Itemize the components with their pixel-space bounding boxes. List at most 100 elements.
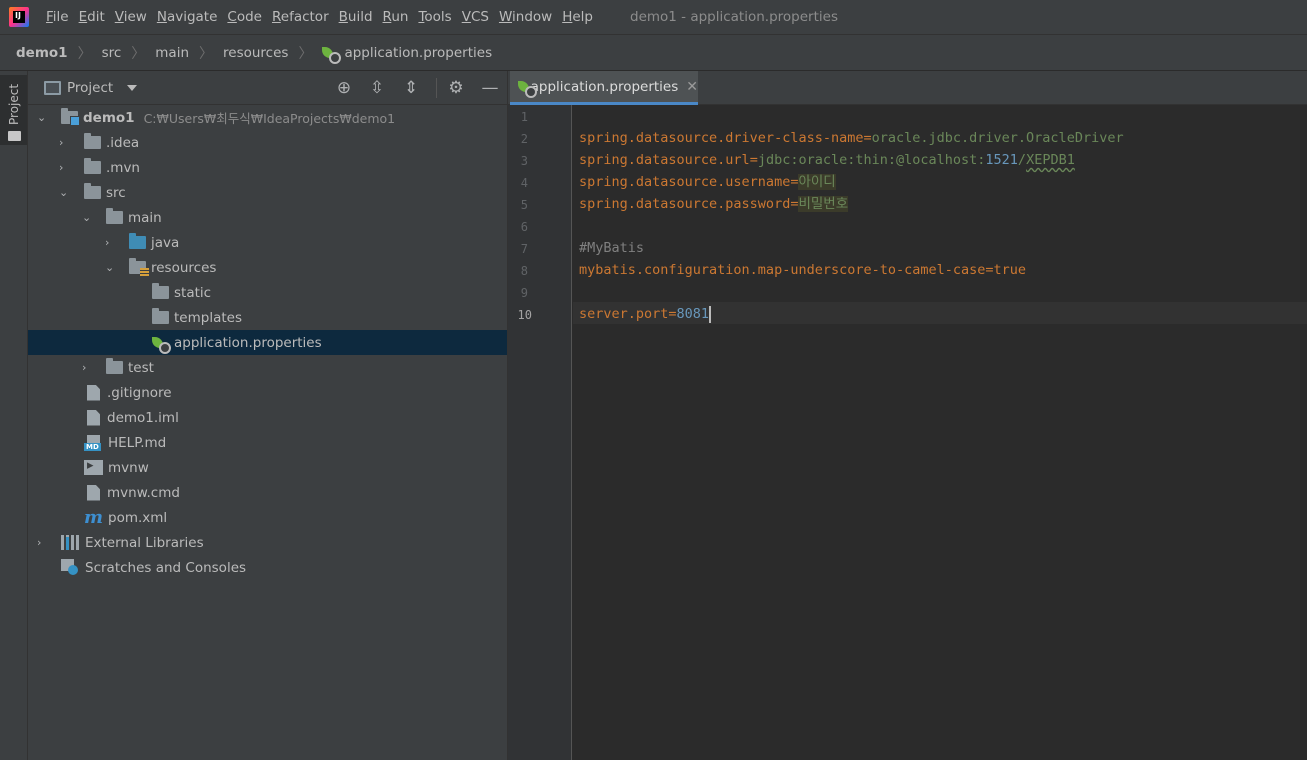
line-number: 6 (520, 220, 528, 234)
gear-icon[interactable]: ⚙ (446, 78, 466, 98)
project-path: C:₩Users₩최두식₩IdeaProjects₩demo1 (143, 111, 396, 126)
menu-navigate[interactable]: Navigate (154, 9, 225, 25)
code-line-4[interactable]: spring.datasource.username=아이디 (579, 171, 836, 193)
tree-item-label: static (174, 284, 212, 301)
chevron-down-icon[interactable]: ⌄ (82, 212, 92, 223)
chevron-right-icon[interactable]: › (59, 162, 69, 173)
project-panel-title[interactable]: Project (67, 80, 113, 96)
tree-item-help-md[interactable]: MD HELP.md (28, 430, 507, 455)
menu-refactor[interactable]: Refactor (269, 9, 336, 25)
tree-item-src[interactable]: ⌄ src (28, 180, 507, 205)
chevron-down-icon[interactable]: ⌄ (59, 187, 69, 198)
project-view-icon (44, 80, 61, 95)
tree-item-gitignore[interactable]: .gitignore (28, 380, 507, 405)
code-line-2[interactable]: spring.datasource.driver-class-name=orac… (579, 127, 1124, 149)
menu-edit[interactable]: Edit (76, 9, 112, 25)
tree-item-mvn[interactable]: › .mvn (28, 155, 507, 180)
tree-item-resources[interactable]: ⌄ resources (28, 255, 507, 280)
tab-application-properties[interactable]: application.properties ✕ (510, 71, 698, 105)
line-number: 7 (520, 242, 528, 256)
menu-file[interactable]: File (43, 9, 76, 25)
tree-item-java[interactable]: › java (28, 230, 507, 255)
spring-leaf-icon (152, 335, 171, 354)
tree-item-idea[interactable]: › .idea (28, 130, 507, 155)
library-icon (61, 535, 80, 550)
tree-item-demo1-iml[interactable]: demo1.iml (28, 405, 507, 430)
project-tool-tab[interactable]: Project (0, 75, 27, 145)
breadcrumb-separator-icon: 〉 (77, 45, 92, 62)
source-folder-icon (129, 233, 146, 249)
menu-run[interactable]: Run (380, 9, 416, 25)
breadcrumb-main[interactable]: main (155, 45, 189, 61)
breadcrumb-separator-icon: 〉 (131, 45, 146, 62)
folder-icon (84, 183, 101, 199)
folder-icon (84, 133, 101, 149)
tree-item-scratches[interactable]: Scratches and Consoles (28, 555, 507, 580)
crosshair-icon[interactable]: ⊕ (334, 78, 354, 98)
code-line-10[interactable]: server.port=8081 (579, 303, 712, 325)
project-panel: Project ⊕ ⇳ ⇕ ⚙ — ⌄ demo1 C:₩Users₩최두식₩I… (28, 71, 508, 760)
tree-item-mvnw[interactable]: mvnw (28, 455, 507, 480)
breadcrumb-src[interactable]: src (102, 45, 122, 61)
chevron-right-icon[interactable]: › (37, 537, 47, 548)
tree-item-label: .idea (106, 134, 140, 151)
chevron-right-icon[interactable]: › (82, 362, 92, 373)
tree-item-external-libraries[interactable]: › External Libraries (28, 530, 507, 555)
menu-view[interactable]: View (112, 9, 154, 25)
left-tool-strip: Project (0, 71, 28, 760)
tree-item-main[interactable]: ⌄ main (28, 205, 507, 230)
text-file-icon (87, 484, 100, 501)
collapse-all-icon[interactable]: ⇕ (401, 78, 421, 98)
code-line-7[interactable]: #MyBatis (579, 237, 644, 259)
line-number: 3 (520, 154, 528, 168)
chevron-down-icon[interactable] (127, 84, 138, 91)
breadcrumb-resources[interactable]: resources (223, 45, 288, 61)
tree-item-demo1[interactable]: ⌄ demo1 C:₩Users₩최두식₩IdeaProjects₩demo1 (28, 105, 507, 130)
tree-item-application-properties[interactable]: application.properties (28, 330, 507, 355)
menu-window[interactable]: Window (496, 9, 559, 25)
chevron-right-icon[interactable]: › (59, 137, 69, 148)
tree-item-label: Scratches and Consoles (85, 559, 247, 576)
menu-bar: IJ File Edit View Navigate Code Refactor… (0, 0, 1307, 34)
breadcrumb-demo1[interactable]: demo1 (16, 45, 68, 61)
intellij-logo-icon[interactable]: IJ (9, 7, 29, 27)
breadcrumb-separator-icon: 〉 (199, 45, 214, 62)
tree-item-label: main (128, 209, 162, 226)
editor: application.properties ✕ 1 2 3 4 5 6 7 8… (508, 71, 1307, 760)
tree-item-label: demo1 (83, 109, 135, 126)
line-number: 2 (520, 132, 528, 146)
tree-item-label: mvnw.cmd (107, 484, 180, 501)
tree-item-label: External Libraries (85, 534, 204, 551)
folder-icon (84, 158, 101, 174)
text-caret (709, 305, 712, 323)
menu-tools[interactable]: Tools (415, 9, 458, 25)
close-icon[interactable]: ✕ (686, 79, 698, 95)
maven-icon: m (84, 506, 104, 528)
chevron-down-icon[interactable]: ⌄ (105, 262, 115, 273)
code-line-5[interactable]: spring.datasource.password=비밀번호 (579, 193, 849, 215)
tree-item-label: .mvn (106, 159, 140, 176)
code-line-3[interactable]: spring.datasource.url=jdbc:oracle:thin:@… (579, 149, 1075, 171)
tree-item-label: test (128, 359, 154, 376)
menu-vcs[interactable]: VCS (459, 9, 496, 25)
tree-item-label: pom.xml (108, 509, 168, 526)
tree-item-templates[interactable]: templates (28, 305, 507, 330)
tree-item-test[interactable]: › test (28, 355, 507, 380)
breadcrumb: demo1 〉 src 〉 main 〉 resources 〉 applica… (0, 34, 1307, 71)
chevron-down-icon[interactable]: ⌄ (37, 112, 47, 123)
chevron-right-icon[interactable]: › (105, 237, 115, 248)
expand-all-icon[interactable]: ⇳ (367, 78, 387, 98)
tree-item-mvnw-cmd[interactable]: mvnw.cmd (28, 480, 507, 505)
breadcrumb-separator-icon: 〉 (298, 45, 313, 62)
folder-icon (106, 208, 123, 224)
menu-build[interactable]: Build (336, 9, 380, 25)
tree-item-pom-xml[interactable]: m pom.xml (28, 505, 507, 530)
menu-code[interactable]: Code (224, 9, 269, 25)
tree-item-label: demo1.iml (107, 409, 179, 426)
menu-help[interactable]: Help (559, 9, 600, 25)
code-line-8[interactable]: mybatis.configuration.map-underscore-to-… (579, 259, 1026, 281)
breadcrumb-file[interactable]: application.properties (322, 45, 492, 64)
tree-item-static[interactable]: static (28, 280, 507, 305)
spring-leaf-icon (518, 79, 536, 98)
minimize-icon[interactable]: — (480, 78, 500, 98)
